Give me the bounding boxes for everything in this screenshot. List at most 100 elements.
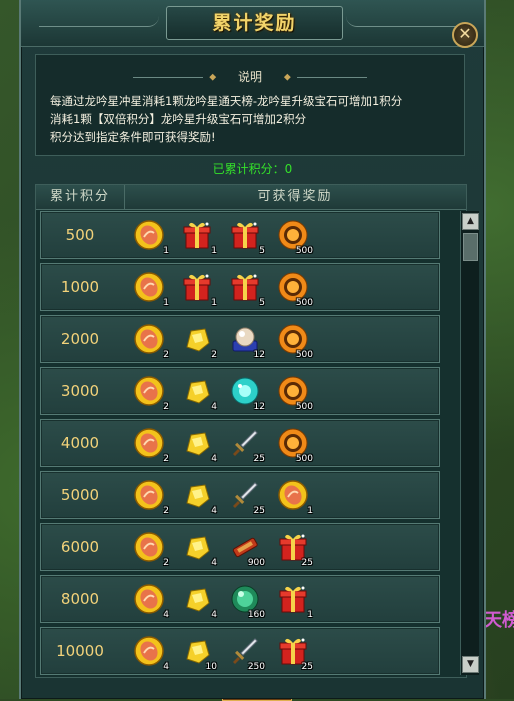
sun-medal-icon[interactable]: 500 <box>275 321 313 360</box>
reward-rows: 500 1 1 5 500 1000 1 1 5 500 2000 2 2 12 500 3000 2 4 12 50… <box>40 211 440 675</box>
gold-ore-icon[interactable]: 2 <box>179 321 217 360</box>
item-count: 250 <box>247 662 265 672</box>
accumulated-score: 已累计积分：0 <box>212 162 293 176</box>
item-count: 1 <box>211 246 217 256</box>
orange-coin-icon[interactable]: 1 <box>131 269 169 308</box>
sun-medal-icon[interactable]: 500 <box>275 373 313 412</box>
item-count: 500 <box>295 454 313 464</box>
item-count: 1 <box>163 246 169 256</box>
title-bar: 累计奖励 ✕ <box>21 0 484 48</box>
description-heading-text: 说明 <box>237 70 262 84</box>
red-gift-icon[interactable]: 25 <box>275 633 313 672</box>
scroll-thumb[interactable] <box>463 233 478 261</box>
red-gift-icon[interactable]: 5 <box>227 269 265 308</box>
orange-coin-icon[interactable]: 4 <box>131 581 169 620</box>
title-ornament-right <box>346 16 466 27</box>
item-count: 4 <box>211 454 217 464</box>
sun-medal-icon[interactable]: 500 <box>275 269 313 308</box>
scroll-up-button[interactable]: ▲ <box>462 213 479 230</box>
item-count: 160 <box>247 610 265 620</box>
item-count: 500 <box>295 298 313 308</box>
reward-panel: 累计奖励 ✕ ◆ 说明 ◆ 每通过龙吟星冲星消耗1颗龙吟星通天榜-龙吟星升级宝石… <box>19 0 486 699</box>
red-gift-icon[interactable]: 25 <box>275 529 313 568</box>
reward-row: 6000 2 4 900 25 <box>40 523 440 571</box>
orange-coin-icon[interactable]: 2 <box>131 373 169 412</box>
green-orb-icon[interactable]: 160 <box>227 581 265 620</box>
close-button[interactable]: ✕ <box>452 22 478 48</box>
red-scroll-icon[interactable]: 900 <box>227 529 265 568</box>
reward-row: 4000 2 4 25 500 <box>40 419 440 467</box>
title-ornament-left <box>39 16 159 27</box>
item-count: 500 <box>295 402 313 412</box>
orange-coin-icon[interactable]: 2 <box>131 425 169 464</box>
row-score: 3000 <box>60 382 100 400</box>
red-gift-icon[interactable]: 1 <box>179 269 217 308</box>
orange-coin-icon[interactable]: 2 <box>131 477 169 516</box>
item-count: 1 <box>307 610 313 620</box>
item-count: 1 <box>307 506 313 516</box>
orange-coin-icon[interactable]: 1 <box>275 477 313 516</box>
diamond-icon: ◆ <box>209 72 217 83</box>
item-count: 2 <box>163 558 169 568</box>
item-count: 5 <box>259 246 265 256</box>
item-count: 500 <box>295 350 313 360</box>
background-side-text: 天榜 <box>484 610 514 631</box>
item-count: 2 <box>211 350 217 360</box>
red-gift-icon[interactable]: 1 <box>275 581 313 620</box>
item-count: 1 <box>163 298 169 308</box>
orange-coin-icon[interactable]: 2 <box>131 321 169 360</box>
red-gift-icon[interactable]: 5 <box>227 217 265 256</box>
item-count: 4 <box>211 506 217 516</box>
item-count: 25 <box>301 558 313 568</box>
divider <box>133 77 204 78</box>
item-count: 25 <box>253 454 265 464</box>
row-score: 10000 <box>56 642 104 660</box>
item-count: 4 <box>211 558 217 568</box>
gold-ore-icon[interactable]: 10 <box>179 633 217 672</box>
gold-ore-icon[interactable]: 4 <box>179 425 217 464</box>
description-lines: 每通过龙吟星冲星消耗1颗龙吟星通天榜-龙吟星升级宝石可增加1积分 消耗1颗【双倍… <box>50 92 456 146</box>
sword-icon[interactable]: 25 <box>227 425 265 464</box>
item-count: 900 <box>247 558 265 568</box>
row-score: 6000 <box>60 538 100 556</box>
header-reward: 可获得奖励 <box>257 189 333 204</box>
description-line: 消耗1颗【双倍积分】龙吟星升级宝石可增加2积分 <box>50 112 307 126</box>
red-gift-icon[interactable]: 1 <box>179 217 217 256</box>
reward-row: 1000 1 1 5 500 <box>40 263 440 311</box>
diamond-icon: ◆ <box>283 72 291 83</box>
orange-coin-icon[interactable]: 4 <box>131 633 169 672</box>
item-count: 2 <box>163 506 169 516</box>
item-count: 25 <box>301 662 313 672</box>
description-line: 每通过龙吟星冲星消耗1颗龙吟星通天榜-龙吟星升级宝石可增加1积分 <box>50 94 403 108</box>
reward-row: 8000 4 4 160 1 <box>40 575 440 623</box>
crystal-ball-icon[interactable]: 12 <box>227 321 265 360</box>
sword-icon[interactable]: 250 <box>227 633 265 672</box>
orange-coin-icon[interactable]: 1 <box>131 217 169 256</box>
gold-ore-icon[interactable]: 4 <box>179 529 217 568</box>
gold-ore-icon[interactable]: 4 <box>179 373 217 412</box>
table-header: 累计积分 可获得奖励 <box>36 185 466 210</box>
row-score: 500 <box>65 226 95 244</box>
gold-ore-icon[interactable]: 4 <box>179 477 217 516</box>
scrollbar[interactable]: ▲ ▼ <box>460 211 479 675</box>
item-count: 2 <box>163 402 169 412</box>
sword-icon[interactable]: 25 <box>227 477 265 516</box>
item-count: 4 <box>211 402 217 412</box>
scroll-down-button[interactable]: ▼ <box>462 656 479 673</box>
item-count: 4 <box>163 610 169 620</box>
reward-row: 5000 2 4 25 1 <box>40 471 440 519</box>
item-count: 4 <box>163 662 169 672</box>
row-score: 2000 <box>60 330 100 348</box>
reward-row: 2000 2 2 12 500 <box>40 315 440 363</box>
cyan-orb-icon[interactable]: 12 <box>227 373 265 412</box>
item-count: 25 <box>253 506 265 516</box>
row-score: 1000 <box>60 278 100 296</box>
gold-ore-icon[interactable]: 4 <box>179 581 217 620</box>
sun-medal-icon[interactable]: 500 <box>275 217 313 256</box>
sun-medal-icon[interactable]: 500 <box>275 425 313 464</box>
item-count: 2 <box>163 350 169 360</box>
reward-row: 10000 4 10 250 25 <box>40 627 440 675</box>
orange-coin-icon[interactable]: 2 <box>131 529 169 568</box>
row-score: 5000 <box>60 486 100 504</box>
description-box: ◆ 说明 ◆ 每通过龙吟星冲星消耗1颗龙吟星通天榜-龙吟星升级宝石可增加1积分 … <box>35 54 465 156</box>
